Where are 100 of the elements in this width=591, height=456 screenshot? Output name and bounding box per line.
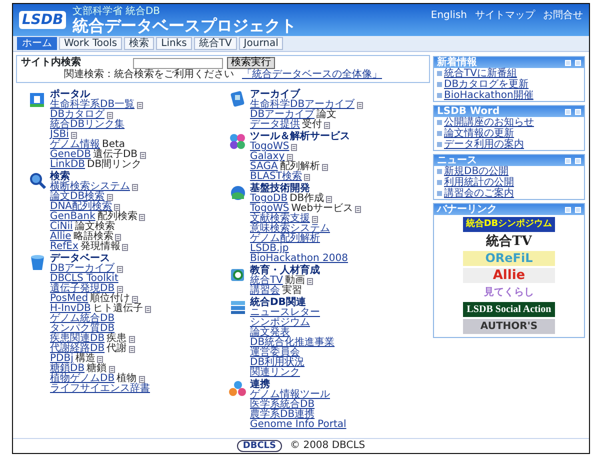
collapse-icon bbox=[565, 206, 571, 212]
news-link[interactable]: BioHackathon開催 bbox=[444, 90, 534, 101]
resource-link[interactable]: 代謝経路DB bbox=[50, 344, 105, 354]
resource-link[interactable]: H-InvDB bbox=[50, 304, 91, 314]
resource-link[interactable]: データ提供 bbox=[250, 120, 300, 130]
search-field[interactable] bbox=[133, 58, 223, 68]
resource-link[interactable]: Allie bbox=[50, 232, 72, 242]
banner-link[interactable]: Allie bbox=[463, 268, 555, 283]
nav-tab[interactable]: Work Tools bbox=[59, 37, 122, 50]
bullet-icon bbox=[437, 180, 442, 185]
circles-icon bbox=[229, 380, 247, 398]
resource-link[interactable]: ライフサイエンス辞書 bbox=[50, 384, 150, 394]
resource-link[interactable]: DNA配列検索 bbox=[50, 202, 112, 212]
banner-link[interactable]: AUTHOR'S bbox=[463, 319, 555, 334]
resource-link[interactable]: 統合TV bbox=[250, 276, 283, 286]
nav-tab[interactable]: 統合TV bbox=[194, 37, 237, 50]
resource-link[interactable]: DB統合化推進事業 bbox=[250, 338, 335, 348]
resource-link[interactable]: ゲノム情報 bbox=[50, 140, 100, 150]
resource-link[interactable]: 統合DBリンク集 bbox=[50, 120, 125, 130]
search-icon bbox=[29, 172, 47, 190]
resource-link[interactable]: Galaxy bbox=[250, 152, 285, 162]
nav-tab[interactable]: Journal bbox=[238, 37, 284, 50]
banner-link[interactable]: 統合DBシンポジウム bbox=[463, 217, 555, 232]
resource-link[interactable]: BLAST検索 bbox=[250, 172, 302, 182]
resource-link[interactable]: PDBj bbox=[50, 354, 74, 364]
news-link[interactable]: DBカタログを更新 bbox=[444, 79, 529, 90]
resource-link[interactable]: GeneDB bbox=[50, 150, 91, 160]
resource-link[interactable]: Genome Info Portal bbox=[250, 420, 346, 430]
nav-tab[interactable]: Links bbox=[156, 37, 192, 50]
resource-link[interactable]: DBカタログ bbox=[50, 110, 105, 120]
bullet-icon bbox=[437, 131, 442, 136]
resource-link[interactable]: 糖鎖DB bbox=[50, 364, 85, 374]
news-link[interactable]: 統合TVに新番組 bbox=[444, 68, 517, 79]
link-note: Beta bbox=[102, 140, 126, 150]
link-note: 配列解析 bbox=[280, 162, 320, 172]
site-subtitle: 文部科学省 統合DB bbox=[72, 6, 162, 16]
overview-link[interactable]: 「統合データベースの全体像」 bbox=[242, 69, 382, 81]
resource-link[interactable]: 講習会 bbox=[250, 286, 280, 296]
news-link[interactable]: 利用統計の公開 bbox=[444, 177, 514, 188]
resource-link[interactable]: 農学系DB連携 bbox=[250, 410, 315, 420]
resource-link[interactable]: DB利用状況 bbox=[250, 358, 305, 368]
resource-link[interactable]: 生命科学系DB一覧 bbox=[50, 100, 135, 110]
copyright: © 2008 DBCLS bbox=[290, 440, 366, 452]
nav-tab[interactable]: ホーム bbox=[17, 37, 57, 50]
news-link[interactable]: データ利用の案内 bbox=[444, 139, 524, 150]
resource-link[interactable]: 論文発表 bbox=[250, 328, 290, 338]
section-heading: 検索 bbox=[50, 172, 70, 182]
news-link[interactable]: 論文情報の更新 bbox=[444, 128, 514, 139]
panel-title: バナーリンク bbox=[437, 204, 497, 215]
resource-link[interactable]: RefEx bbox=[50, 242, 78, 252]
bullet-icon bbox=[437, 120, 442, 125]
section-heading: データベース bbox=[50, 254, 110, 264]
bullet-icon bbox=[437, 191, 442, 196]
section-heading: ツール＆解析サービス bbox=[250, 132, 350, 142]
resource-link[interactable]: ゲノム情報ツール bbox=[250, 390, 330, 400]
resource-link[interactable]: PosMed bbox=[50, 294, 88, 304]
news-link[interactable]: 新規DBの公開 bbox=[444, 166, 509, 177]
resource-link[interactable]: TogoWS bbox=[250, 204, 290, 214]
resource-link[interactable]: 疾患関連DB bbox=[50, 334, 105, 344]
link-note: 発現情報 bbox=[80, 242, 120, 252]
resource-link[interactable]: 医学系統合DB bbox=[250, 400, 315, 410]
resource-link[interactable]: ゲノム配列解析 bbox=[250, 234, 320, 244]
resource-link[interactable]: 論文DB検索 bbox=[50, 192, 105, 202]
resource-link[interactable]: TogoWS bbox=[250, 142, 290, 152]
resource-link[interactable]: 運営委員会 bbox=[250, 348, 300, 358]
header-link[interactable]: お問合せ bbox=[543, 8, 583, 23]
site-logo[interactable]: LSDB bbox=[19, 11, 66, 29]
resource-link[interactable]: DBアーカイブ bbox=[50, 264, 115, 274]
resource-link[interactable]: DBアーカイブ bbox=[250, 110, 315, 120]
header-link[interactable]: サイトマップ bbox=[475, 8, 535, 23]
resource-link[interactable]: TogoDB bbox=[250, 194, 288, 204]
footer-logo[interactable]: DBCLS bbox=[236, 440, 282, 452]
resource-link[interactable]: JSBi bbox=[50, 130, 69, 140]
banner-link[interactable]: LSDB Social Action bbox=[463, 302, 555, 317]
castle-icon bbox=[29, 90, 47, 108]
resource-link[interactable]: ゲノム統合DB bbox=[50, 314, 115, 324]
header-link[interactable]: English bbox=[430, 8, 467, 23]
resource-link[interactable]: ニュースレター bbox=[250, 308, 320, 318]
resource-link[interactable]: 生命科学DBアーカイブ bbox=[250, 100, 355, 110]
resource-link[interactable]: 横断検索システム bbox=[50, 182, 130, 192]
search-button[interactable]: 検索実行 bbox=[227, 57, 275, 69]
resource-link[interactable]: 遺伝子発現DB bbox=[50, 284, 115, 294]
resource-link[interactable]: 関連リンク bbox=[250, 368, 300, 378]
news-link[interactable]: 公開講座のお知らせ bbox=[444, 117, 534, 128]
resource-link[interactable]: 植物ゲノムDB bbox=[50, 374, 115, 384]
link-note: 配列検索 bbox=[97, 212, 138, 222]
resource-link[interactable]: CiNii bbox=[50, 222, 73, 232]
resource-link[interactable]: タンパク質DB bbox=[50, 324, 115, 334]
resource-link[interactable]: 意味検索システム bbox=[250, 224, 330, 234]
resource-link[interactable]: シンポジウム bbox=[250, 318, 310, 328]
resource-link[interactable]: SAGA bbox=[250, 162, 278, 172]
resource-link[interactable]: 文献検索支援 bbox=[250, 214, 310, 224]
resource-link[interactable]: DBCLS Toolkit bbox=[50, 274, 118, 284]
resource-link[interactable]: GenBank bbox=[50, 212, 96, 222]
search-note: 関連検索：統合検索をご利用ください bbox=[64, 69, 234, 81]
resource-link[interactable]: LinkDB bbox=[50, 160, 86, 170]
nav-tab[interactable]: 検索 bbox=[124, 37, 154, 50]
resource-link[interactable]: BioHackathon 2008 bbox=[250, 254, 348, 264]
resource-link[interactable]: LSDB.jp bbox=[250, 244, 289, 254]
news-link[interactable]: 講習会のご案内 bbox=[444, 188, 514, 199]
